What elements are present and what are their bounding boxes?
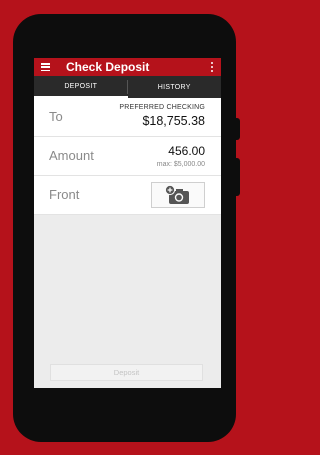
tab-deposit[interactable]: DEPOSIT bbox=[34, 76, 128, 98]
account-balance: $18,755.38 bbox=[142, 114, 205, 128]
account-name: PREFERRED CHECKING bbox=[119, 104, 205, 111]
more-vert-icon[interactable] bbox=[211, 62, 213, 72]
amount-max: max: $5,000.00 bbox=[156, 161, 205, 168]
tab-history[interactable]: HISTORY bbox=[128, 76, 222, 98]
hamburger-icon[interactable] bbox=[41, 63, 50, 71]
app-screen: Check Deposit DEPOSIT HISTORY To PREFERR… bbox=[34, 58, 221, 388]
to-label: To bbox=[49, 109, 63, 124]
phone-side-button bbox=[236, 158, 240, 196]
app-bar: Check Deposit bbox=[34, 58, 221, 76]
amount-label: Amount bbox=[49, 148, 94, 163]
tab-bar: DEPOSIT HISTORY bbox=[34, 76, 221, 98]
deposit-button[interactable]: Deposit bbox=[50, 364, 203, 381]
app-title: Check Deposit bbox=[66, 60, 150, 74]
front-image-row: Front bbox=[34, 176, 221, 215]
to-account-row[interactable]: To PREFERRED CHECKING $18,755.38 bbox=[34, 98, 221, 137]
amount-row[interactable]: Amount 456.00 max: $5,000.00 bbox=[34, 137, 221, 176]
capture-front-button[interactable] bbox=[151, 182, 205, 208]
front-label: Front bbox=[49, 187, 80, 202]
tab-divider bbox=[127, 80, 128, 94]
add-photo-camera-icon bbox=[165, 185, 189, 204]
phone-side-button bbox=[236, 118, 240, 140]
amount-value: 456.00 bbox=[168, 144, 205, 158]
